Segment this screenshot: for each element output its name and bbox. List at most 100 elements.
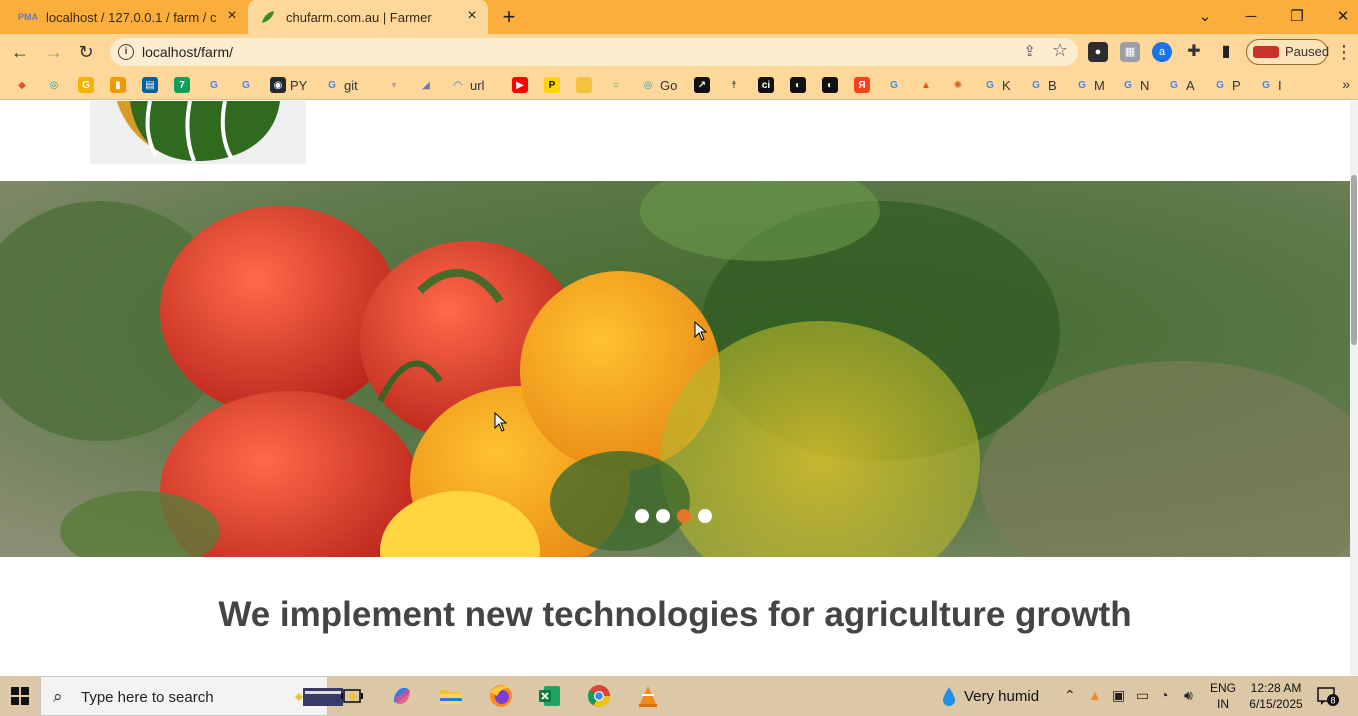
bookmark-item[interactable]: GN xyxy=(1120,76,1149,94)
hero-slider[interactable] xyxy=(0,181,1350,557)
bookmark-item[interactable]: GB xyxy=(1028,76,1057,94)
copilot-icon[interactable] xyxy=(388,682,416,710)
reload-button[interactable]: ↻ xyxy=(74,40,98,64)
close-window-button[interactable]: ✕ xyxy=(1330,4,1356,30)
bookmark-item[interactable]: G xyxy=(886,76,906,94)
bookmark-item[interactable]: ↗ xyxy=(694,76,714,94)
region-code: IN xyxy=(1217,697,1229,711)
bookmark-item[interactable]: ▮ xyxy=(110,76,130,94)
address-bar[interactable]: i localhost/farm/ ⇪ ☆ xyxy=(110,38,1078,66)
profile-paused-button[interactable]: Paused xyxy=(1246,39,1329,65)
tool-icon: ♆ xyxy=(390,79,398,91)
battery-icon[interactable]: ▭ xyxy=(1136,687,1149,704)
bookmark-item[interactable]: G xyxy=(78,76,98,94)
language-indicator[interactable]: ENG IN xyxy=(1210,680,1236,712)
bookmark-item[interactable]: ✺ xyxy=(950,76,970,94)
tab-chufarm[interactable]: chufarm.com.au | Farmer × xyxy=(248,0,488,34)
url-text: localhost/farm/ xyxy=(142,44,234,60)
panda-extension-icon[interactable]: ● xyxy=(1088,42,1108,62)
chrome-icon[interactable] xyxy=(585,682,613,710)
bookmark-item[interactable]: ◠ url xyxy=(450,76,484,94)
arc-icon: ◠ xyxy=(454,79,462,91)
bookmark-item[interactable]: ☨ xyxy=(726,76,746,94)
firefox-icon[interactable] xyxy=(487,682,515,710)
bookmark-item[interactable]: ▤ xyxy=(142,76,162,94)
menu-icon[interactable]: ⋮ xyxy=(1332,40,1356,64)
mouse-cursor-icon xyxy=(694,321,708,341)
notification-icon[interactable]: 8 xyxy=(1316,686,1340,706)
puzzle-icon[interactable]: ✚ xyxy=(1184,42,1204,62)
vlc-tray-icon[interactable]: ▲ xyxy=(1088,687,1102,703)
bookmark-item[interactable]: GA xyxy=(1166,76,1195,94)
bookmark-item[interactable]: G xyxy=(238,76,258,94)
search-icon: ⌕ xyxy=(53,687,63,706)
google-icon: G xyxy=(1170,79,1178,91)
phpmyadmin-icon: ◢ xyxy=(422,79,430,91)
new-tab-button[interactable]: + xyxy=(498,6,520,28)
bookmark-item[interactable]: ◐ xyxy=(822,76,842,94)
bookmark-item[interactable]: ♆ xyxy=(386,76,406,94)
bookmark-item[interactable]: ▶ xyxy=(512,76,532,94)
bookmark-item[interactable]: ◎ xyxy=(46,76,66,94)
chevron-up-icon[interactable]: ⌃ xyxy=(1064,687,1076,704)
bookmark-item[interactable]: ○ xyxy=(608,76,628,94)
bookmark-item[interactable]: ◆ xyxy=(14,76,34,94)
tab-strip: PMA localhost / 127.0.0.1 / farm / cor ×… xyxy=(0,0,1358,34)
bookmark-label: PY xyxy=(290,77,308,93)
slider-dots xyxy=(635,509,712,523)
info-icon[interactable]: i xyxy=(118,44,134,60)
file-explorer-icon[interactable] xyxy=(437,682,465,710)
bookmark-label: git xyxy=(344,77,358,93)
scrollbar-thumb[interactable] xyxy=(1351,175,1357,345)
bookmark-item[interactable]: GP xyxy=(1212,76,1241,94)
bookmark-item[interactable]: GK xyxy=(982,76,1011,94)
bookmark-item[interactable]: 7 xyxy=(174,76,194,94)
bookmark-item[interactable]: GI xyxy=(1258,76,1282,94)
windows-start-icon[interactable] xyxy=(0,676,40,716)
bookmarks-overflow-icon[interactable]: » xyxy=(1342,76,1350,92)
tab-search-chevron-icon[interactable]: ⌄ xyxy=(1192,4,1218,30)
bookmark-star-icon[interactable]: ☆ xyxy=(1052,40,1068,61)
bookmark-item[interactable]: Я xyxy=(854,76,874,94)
bookmark-item[interactable]: ◢ xyxy=(418,76,438,94)
meet-now-icon[interactable]: ▣ xyxy=(1112,687,1125,704)
restore-button[interactable]: ❐ xyxy=(1284,4,1310,30)
weather-widget[interactable]: Very humid xyxy=(942,686,1039,706)
side-panel-icon[interactable]: ▮ xyxy=(1216,42,1236,62)
volume-icon[interactable]: 🔊︎ xyxy=(1184,687,1193,704)
a-extension-icon[interactable]: a xyxy=(1152,42,1172,62)
forward-button[interactable]: → xyxy=(42,40,66,64)
github-icon: ◉ xyxy=(270,77,286,93)
slider-dot[interactable] xyxy=(656,509,670,523)
site-logo[interactable] xyxy=(90,101,306,164)
minimize-button[interactable]: ─ xyxy=(1238,4,1264,30)
bookmark-item[interactable]: ci xyxy=(758,76,778,94)
excel-icon[interactable] xyxy=(536,682,564,710)
task-view-icon[interactable] xyxy=(338,682,366,710)
back-button[interactable]: ← xyxy=(8,40,32,64)
bookmark-item[interactable]: ◉ PY xyxy=(270,76,307,94)
bookmark-item[interactable]: G xyxy=(206,76,226,94)
bookmark-item[interactable]: Ggit xyxy=(324,76,358,94)
slider-dot[interactable] xyxy=(677,509,691,523)
mendeley-icon: ◎ xyxy=(49,79,59,91)
arrow-icon: ↗ xyxy=(694,77,710,93)
extension-icon[interactable]: ▦ xyxy=(1120,42,1140,62)
bookmark-item[interactable]: ◐ xyxy=(790,76,810,94)
bookmark-item[interactable]: ◎ Go xyxy=(640,76,678,94)
bookmark-item[interactable]: P xyxy=(544,76,564,94)
wifi-icon[interactable]: ◔ xyxy=(1160,687,1168,703)
bookmark-item[interactable]: ▲ xyxy=(918,76,938,94)
taskbar-search-input[interactable]: ⌕ Type here to search xyxy=(40,676,357,716)
share-icon[interactable]: ⇪ xyxy=(1023,42,1036,60)
slider-dot[interactable] xyxy=(635,509,649,523)
vlc-icon[interactable] xyxy=(634,682,662,710)
clock[interactable]: 12:28 AM 6/15/2025 xyxy=(1244,680,1308,712)
weather-text: Very humid xyxy=(964,687,1040,705)
slider-dot[interactable] xyxy=(698,509,712,523)
bookmark-item[interactable] xyxy=(576,76,596,94)
tab-phpmyadmin[interactable]: PMA localhost / 127.0.0.1 / farm / cor × xyxy=(8,0,248,34)
bookmark-item[interactable]: GM xyxy=(1074,76,1105,94)
close-icon[interactable]: × xyxy=(464,8,480,24)
close-icon[interactable]: × xyxy=(224,8,240,24)
